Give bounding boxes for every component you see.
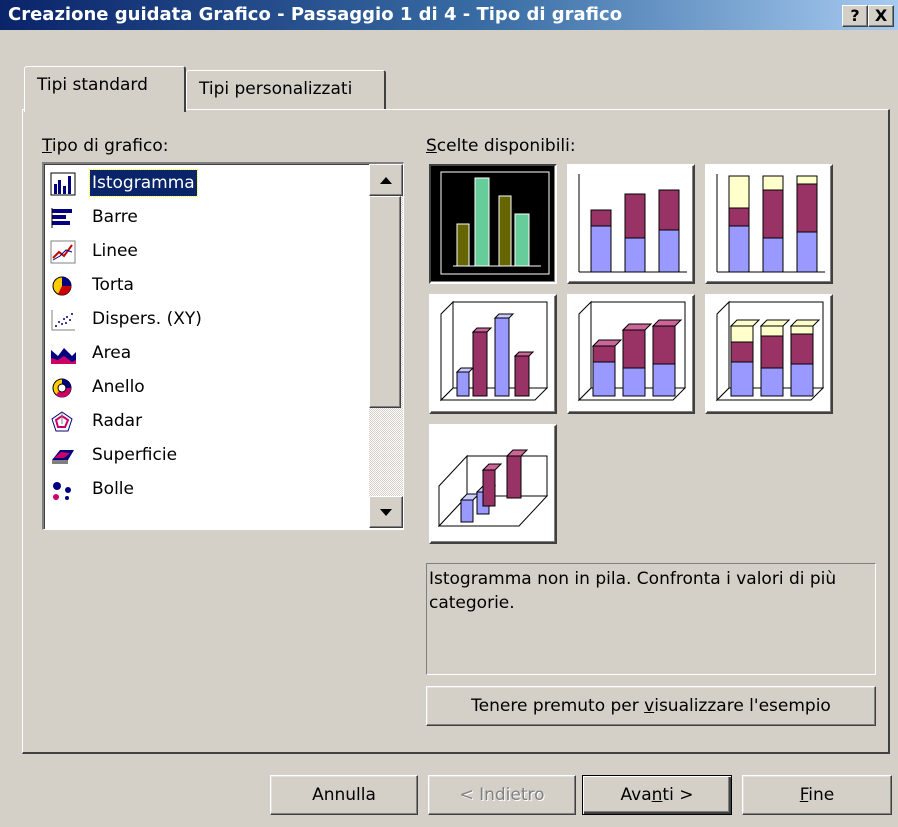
list-item-label: Superficie — [92, 445, 178, 465]
arrow-down-icon — [380, 509, 392, 516]
preview-example-button[interactable]: Tenere premuto per visualizzare l'esempi… — [426, 686, 876, 726]
cancel-button[interactable]: Annulla — [270, 775, 418, 815]
help-button[interactable]: ? — [842, 5, 868, 27]
3d-percent-stacked-column-icon — [715, 300, 825, 402]
list-item-label: Dispers. (XY) — [92, 309, 202, 329]
subtype-3d-stacked-column[interactable] — [567, 294, 695, 414]
back-button[interactable]: < Indietro — [428, 775, 576, 815]
list-item-linee[interactable]: Linee — [50, 234, 370, 268]
percent-stacked-column-icon — [716, 174, 825, 273]
bubble-chart-icon — [53, 482, 71, 500]
subtypes-label: Scelte disponibili: — [426, 136, 576, 156]
finish-button[interactable]: Fine — [742, 775, 892, 815]
scroll-thumb[interactable] — [369, 196, 401, 408]
radar-chart-icon — [51, 411, 73, 432]
list-item-istogramma[interactable]: Istogramma — [50, 166, 370, 200]
list-item-radar[interactable]: Radar — [50, 404, 370, 438]
list-item-anello[interactable]: Anello — [50, 370, 370, 404]
pie-chart-icon — [52, 276, 72, 296]
list-item-barre[interactable]: Barre — [50, 200, 370, 234]
window-title: Creazione guidata Grafico - Passaggio 1 … — [8, 4, 623, 25]
stacked-column-icon — [578, 174, 687, 273]
3d-column-icon — [437, 449, 549, 528]
subtype-stacked-column[interactable] — [567, 164, 695, 284]
list-item-bolle[interactable]: Bolle — [50, 472, 370, 506]
list-scrollbar[interactable] — [369, 164, 403, 528]
bar-chart-icon — [51, 208, 72, 228]
list-item-label: Radar — [92, 411, 143, 431]
scroll-up-button[interactable] — [369, 164, 403, 196]
next-button[interactable]: Avanti > — [582, 775, 732, 815]
list-item-dispersione[interactable]: Dispers. (XY) — [50, 302, 370, 336]
chart-type-list[interactable]: Istogramma Barre Linee Torta Dispers. (X… — [42, 162, 404, 530]
subtype-100-stacked-column[interactable] — [705, 164, 833, 284]
surface-chart-icon — [52, 450, 74, 464]
list-item-label: Anello — [92, 377, 145, 397]
column-chart-icon — [50, 172, 76, 196]
tab-custom-types[interactable]: Tipi personalizzati — [186, 70, 386, 110]
clustered-column-icon — [440, 171, 550, 275]
subtype-3d-clustered-column[interactable] — [429, 294, 557, 414]
arrow-up-icon — [380, 177, 392, 184]
area-chart-icon — [51, 348, 76, 364]
subtype-3d-column[interactable] — [429, 424, 557, 544]
tab-standard-types[interactable]: Tipi standard — [24, 66, 186, 112]
scroll-down-button[interactable] — [369, 496, 403, 528]
scatter-chart-icon — [51, 310, 75, 331]
list-item-torta[interactable]: Torta — [50, 268, 370, 302]
tab-label: Tipi standard — [37, 75, 148, 95]
title-bar: Creazione guidata Grafico - Passaggio 1 … — [0, 0, 898, 30]
list-item-label: Bolle — [92, 479, 134, 499]
doughnut-chart-icon — [52, 378, 72, 398]
list-item-label: Istogramma — [89, 169, 198, 197]
line-chart-icon — [50, 240, 76, 264]
subtype-description: Istogramma non in pila. Confronta i valo… — [426, 563, 876, 675]
3d-stacked-column-icon — [577, 300, 687, 402]
list-item-label: Linee — [92, 241, 138, 261]
close-button[interactable]: X — [868, 5, 894, 27]
tab-label: Tipi personalizzati — [199, 79, 353, 99]
subtype-clustered-column[interactable] — [429, 164, 557, 284]
list-item-superficie[interactable]: Superficie — [50, 438, 370, 472]
subtype-3d-100-stacked-column[interactable] — [705, 294, 833, 414]
list-item-label: Torta — [92, 275, 134, 295]
chart-type-label: Tipo di grafico: — [42, 136, 169, 156]
list-item-area[interactable]: Area — [50, 336, 370, 370]
3d-clustered-column-icon — [439, 300, 549, 402]
list-item-label: Area — [92, 343, 132, 363]
list-item-label: Barre — [92, 207, 138, 227]
